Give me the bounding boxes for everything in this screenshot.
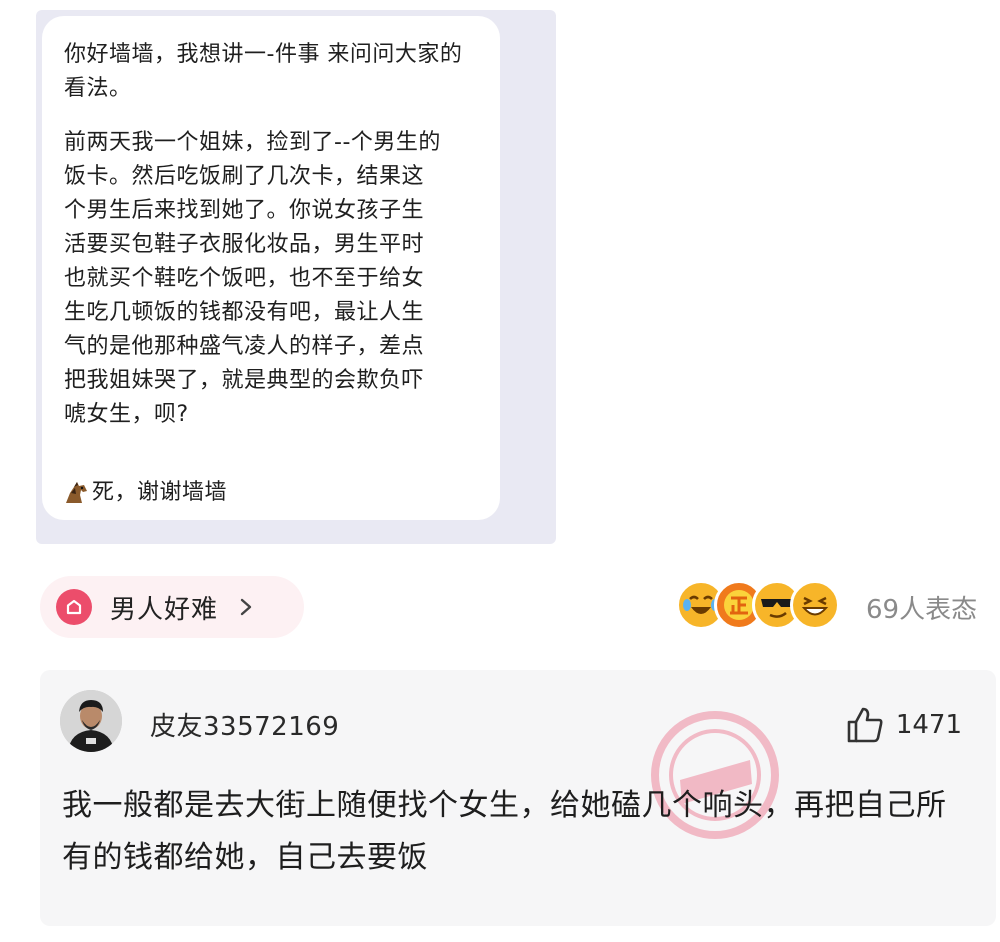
message-body: 前两天我一个姐妹，捡到了-‐个男生的饭卡。然后吃饭刷了几次卡，结果这个男生后来找… [64, 130, 441, 427]
comment-card[interactable]: 皮友33572169 1471 我一般都是去大街上随便找个女生，给她磕几个响头，… [40, 670, 996, 926]
comment-text: 我一般都是去大街上随便找个女生，给她磕几个响头，再把自己所有的钱都给她，自己去要… [62, 788, 947, 875]
reaction-stack[interactable] [676, 580, 840, 630]
signoff-text: 死，谢谢墙墙 [92, 480, 228, 505]
thumbs-up-icon [847, 707, 883, 743]
comment-username[interactable]: 皮友33572169 [150, 706, 339, 743]
topic-label: 男人好难 [110, 594, 219, 625]
topic-tag[interactable]: 男人好难 [40, 576, 304, 638]
message-bubble: 你好墙墙，我想讲一-件事 来问问大家的看法。 前两天我一个姐妹，捡到了-‐个男生… [42, 16, 500, 520]
reaction-count: 69人表态 [866, 595, 978, 625]
chevron-right-icon [240, 598, 252, 616]
post-screenshot[interactable]: 你好墙墙，我想讲一-件事 来问问大家的看法。 前两天我一个姐妹，捡到了-‐个男生… [36, 10, 556, 544]
like-count: 1471 [895, 710, 962, 740]
message-signoff: 死，谢谢墙墙 [62, 478, 227, 508]
horse-emoji-icon [66, 482, 87, 503]
grin-emoji-icon [790, 580, 840, 630]
avatar[interactable] [60, 690, 122, 752]
like-button[interactable]: 1471 [844, 704, 962, 746]
topic-home-icon [56, 589, 92, 625]
message-greeting: 你好墙墙，我想讲一-件事 来问问大家的看法。 [64, 42, 463, 101]
